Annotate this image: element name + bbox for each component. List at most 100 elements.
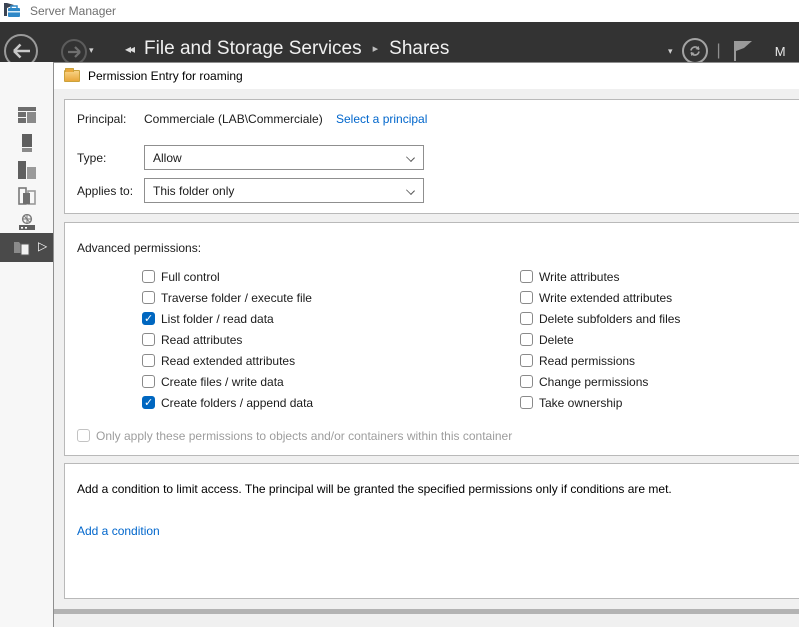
sidebar-item-file-and-storage-services[interactable]: ▷	[0, 233, 53, 262]
type-dropdown-value: Allow	[153, 151, 182, 165]
permission-label: List folder / read data	[161, 312, 274, 326]
sidebar-item-all-servers[interactable]	[0, 157, 53, 183]
breadcrumb-dropdown-caret-icon[interactable]: ▾	[668, 46, 673, 57]
checkbox-write-attributes[interactable]	[520, 270, 533, 283]
checkbox-delete-subfolders[interactable]	[520, 312, 533, 325]
breadcrumb: ◂◂ File and Storage Services ▸ Shares	[125, 30, 449, 60]
permission-label: Read attributes	[161, 333, 242, 347]
breadcrumb-item-shares[interactable]: Shares	[389, 38, 449, 60]
manage-menu[interactable]: M	[763, 44, 786, 59]
permission-row[interactable]: Read extended attributes	[142, 350, 313, 371]
file-and-storage-services-icon	[13, 239, 33, 256]
permission-row[interactable]: Read permissions	[520, 350, 680, 371]
sidebar: ▷	[0, 62, 53, 627]
permission-label: Create files / write data	[161, 375, 284, 389]
window-titlebar: Server Manager	[0, 0, 799, 22]
checkbox-change-permissions[interactable]	[520, 375, 533, 388]
permission-row[interactable]: Delete	[520, 329, 680, 350]
add-a-condition-link[interactable]: Add a condition	[77, 524, 160, 538]
checkbox-traverse-folder[interactable]	[142, 291, 155, 304]
sidebar-item-web-server[interactable]	[0, 209, 53, 235]
applies-to-dropdown-value: This folder only	[153, 184, 234, 198]
permission-label: Delete subfolders and files	[539, 312, 680, 326]
permission-label: Write attributes	[539, 270, 619, 284]
permission-row[interactable]: Read attributes	[142, 329, 313, 350]
permission-label: Write extended attributes	[539, 291, 672, 305]
server-manager-logo-icon	[4, 3, 21, 19]
checkbox-write-extended-attributes[interactable]	[520, 291, 533, 304]
checkbox-read-extended-attributes[interactable]	[142, 354, 155, 367]
type-label: Type:	[77, 151, 106, 165]
permission-entry-dialog: Permission Entry for roaming Principal: …	[53, 62, 799, 627]
advanced-permissions-groupbox: Advanced permissions: Full control Trave…	[64, 222, 799, 456]
permission-row[interactable]: List folder / read data	[142, 308, 313, 329]
breadcrumb-item-file-storage[interactable]: File and Storage Services	[144, 38, 362, 60]
permission-row[interactable]: Take ownership	[520, 392, 680, 413]
web-server-icon	[18, 214, 36, 231]
navbar-separator: |	[717, 42, 721, 60]
sidebar-item-dashboard[interactable]	[0, 102, 53, 128]
checkbox-create-files[interactable]	[142, 375, 155, 388]
dialog-bottom-divider	[54, 609, 799, 614]
sidebar-item-local-server[interactable]	[0, 130, 53, 156]
permission-label: Change permissions	[539, 375, 648, 389]
checkbox-full-control[interactable]	[142, 270, 155, 283]
type-dropdown[interactable]: Allow	[144, 145, 424, 170]
permission-label: Full control	[161, 270, 220, 284]
checkbox-create-folders[interactable]	[142, 396, 155, 409]
refresh-button[interactable]	[682, 38, 708, 64]
condition-description: Add a condition to limit access. The pri…	[77, 482, 672, 496]
history-dropdown-caret-icon[interactable]: ▾	[89, 45, 94, 56]
only-apply-row: Only apply these permissions to objects …	[77, 425, 512, 446]
applies-to-dropdown[interactable]: This folder only	[144, 178, 424, 203]
permission-row[interactable]: Change permissions	[520, 371, 680, 392]
permission-label: Read permissions	[539, 354, 635, 368]
permission-row[interactable]: Write extended attributes	[520, 287, 680, 308]
permission-label: Take ownership	[539, 396, 622, 410]
folder-icon	[64, 70, 80, 82]
permission-label: Read extended attributes	[161, 354, 295, 368]
collapse-chevrons-icon[interactable]: ◂◂	[125, 42, 133, 60]
server-manager-window: Server Manager ▾ ◂◂ File and Storage Ser…	[0, 0, 799, 627]
dialog-titlebar: Permission Entry for roaming	[54, 63, 799, 89]
select-a-principal-link[interactable]: Select a principal	[336, 112, 427, 126]
checkbox-list-folder[interactable]	[142, 312, 155, 325]
checkbox-read-permissions[interactable]	[520, 354, 533, 367]
local-server-icon	[21, 134, 33, 152]
sidebar-expand-arrow-icon[interactable]: ▷	[38, 239, 47, 253]
chevron-down-icon	[406, 186, 415, 195]
sidebar-item-servers-group[interactable]	[0, 183, 53, 209]
forward-arrow-icon	[67, 46, 82, 58]
permission-row[interactable]: Full control	[142, 266, 313, 287]
permissions-left-column: Full control Traverse folder / execute f…	[142, 266, 313, 413]
all-servers-icon	[18, 161, 36, 179]
checkbox-only-apply	[77, 429, 90, 442]
chevron-down-icon	[406, 153, 415, 162]
notification-flag-icon[interactable]	[730, 40, 754, 62]
principal-value: Commerciale (LAB\Commerciale)	[144, 112, 323, 126]
back-arrow-icon	[11, 43, 31, 59]
advanced-permissions-label: Advanced permissions:	[77, 241, 201, 255]
permission-label: Delete	[539, 333, 574, 347]
applies-to-label: Applies to:	[77, 184, 133, 198]
permission-row[interactable]: Create folders / append data	[142, 392, 313, 413]
principal-label: Principal:	[77, 112, 126, 126]
navigation-bar: ▾ ◂◂ File and Storage Services ▸ Shares …	[0, 22, 799, 62]
permission-row[interactable]: Write attributes	[520, 266, 680, 287]
permission-row[interactable]: Traverse folder / execute file	[142, 287, 313, 308]
refresh-icon	[688, 44, 702, 58]
checkbox-delete[interactable]	[520, 333, 533, 346]
checkbox-take-ownership[interactable]	[520, 396, 533, 409]
window-title: Server Manager	[30, 4, 116, 18]
permissions-right-column: Write attributes Write extended attribut…	[520, 266, 680, 413]
permission-row[interactable]: Delete subfolders and files	[520, 308, 680, 329]
dialog-title: Permission Entry for roaming	[88, 69, 243, 83]
checkbox-read-attributes[interactable]	[142, 333, 155, 346]
principal-groupbox: Principal: Commerciale (LAB\Commerciale)…	[64, 99, 799, 214]
permission-row[interactable]: Create files / write data	[142, 371, 313, 392]
permission-label: Traverse folder / execute file	[161, 291, 312, 305]
breadcrumb-separator-icon: ▸	[373, 42, 379, 60]
servers-group-icon	[18, 187, 36, 205]
dashboard-icon	[18, 107, 36, 123]
only-apply-label: Only apply these permissions to objects …	[96, 429, 512, 443]
